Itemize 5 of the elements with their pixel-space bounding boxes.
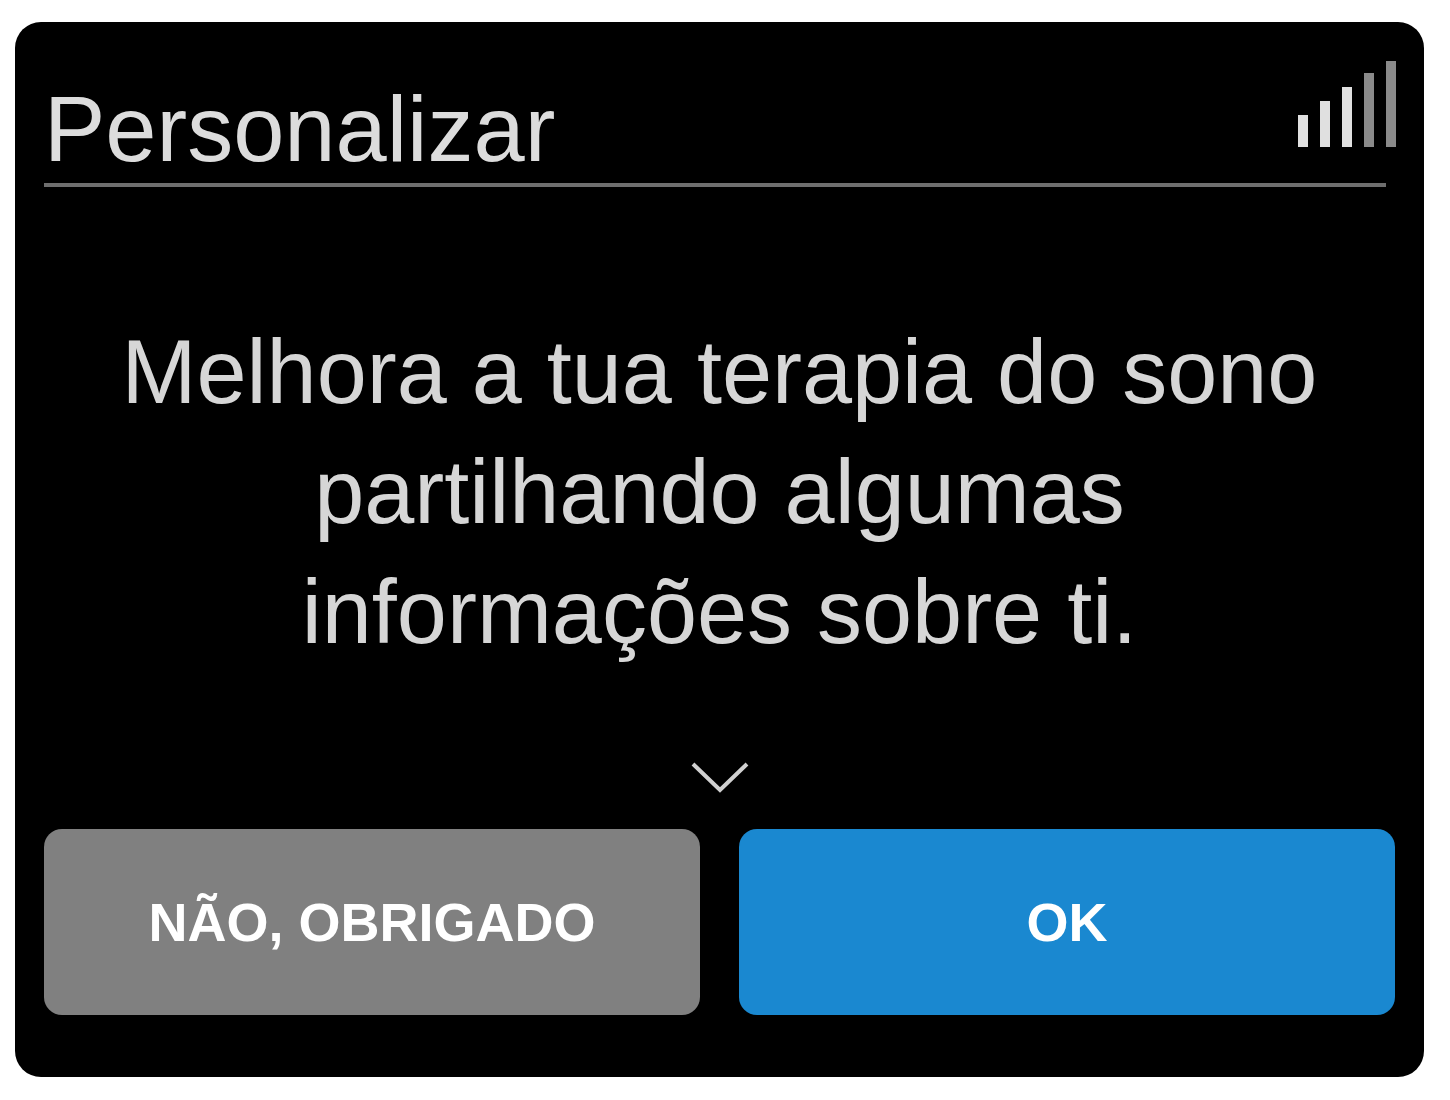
chevron-down-icon (690, 762, 749, 794)
screen-title: Personalizar (44, 83, 556, 177)
ok-button[interactable]: OK (739, 829, 1395, 1015)
message-text: Melhora a tua terapia do sono partilhando algumas informações sobre ti. (120, 321, 1319, 664)
decline-button[interactable]: NÃO, OBRIGADO (44, 829, 700, 1015)
